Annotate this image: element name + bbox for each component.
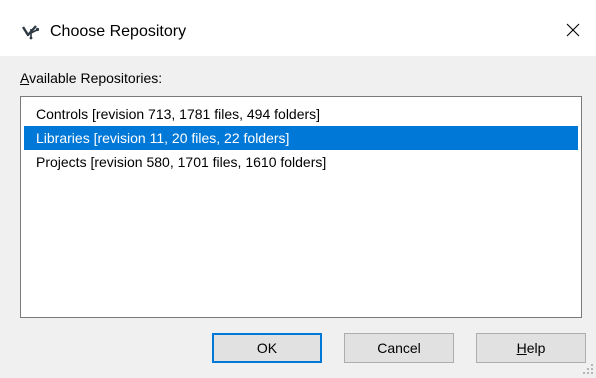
resize-grip-icon[interactable] bbox=[582, 362, 594, 374]
ok-button[interactable]: OK bbox=[212, 333, 322, 363]
help-accelerator: H bbox=[516, 340, 527, 356]
list-item[interactable]: Libraries [revision 11, 20 files, 22 fol… bbox=[24, 126, 578, 150]
label-text: vailable Repositories: bbox=[29, 70, 163, 86]
help-label: elp bbox=[526, 340, 546, 356]
list-item[interactable]: Projects [revision 580, 1701 files, 1610… bbox=[24, 150, 578, 174]
branch-check-icon bbox=[21, 24, 40, 40]
close-button[interactable] bbox=[550, 6, 596, 56]
window-title: Choose Repository bbox=[50, 23, 187, 40]
available-repositories-label: Available Repositories: bbox=[20, 69, 162, 87]
list-item[interactable]: Controls [revision 713, 1781 files, 494 … bbox=[24, 102, 578, 126]
cancel-button[interactable]: Cancel bbox=[344, 333, 454, 363]
close-icon bbox=[566, 23, 580, 40]
label-accelerator: A bbox=[20, 70, 30, 86]
title-bar[interactable]: Choose Repository bbox=[0, 6, 596, 56]
repository-list[interactable]: Controls [revision 713, 1781 files, 494 … bbox=[20, 96, 582, 318]
help-button[interactable]: Help bbox=[476, 333, 586, 363]
